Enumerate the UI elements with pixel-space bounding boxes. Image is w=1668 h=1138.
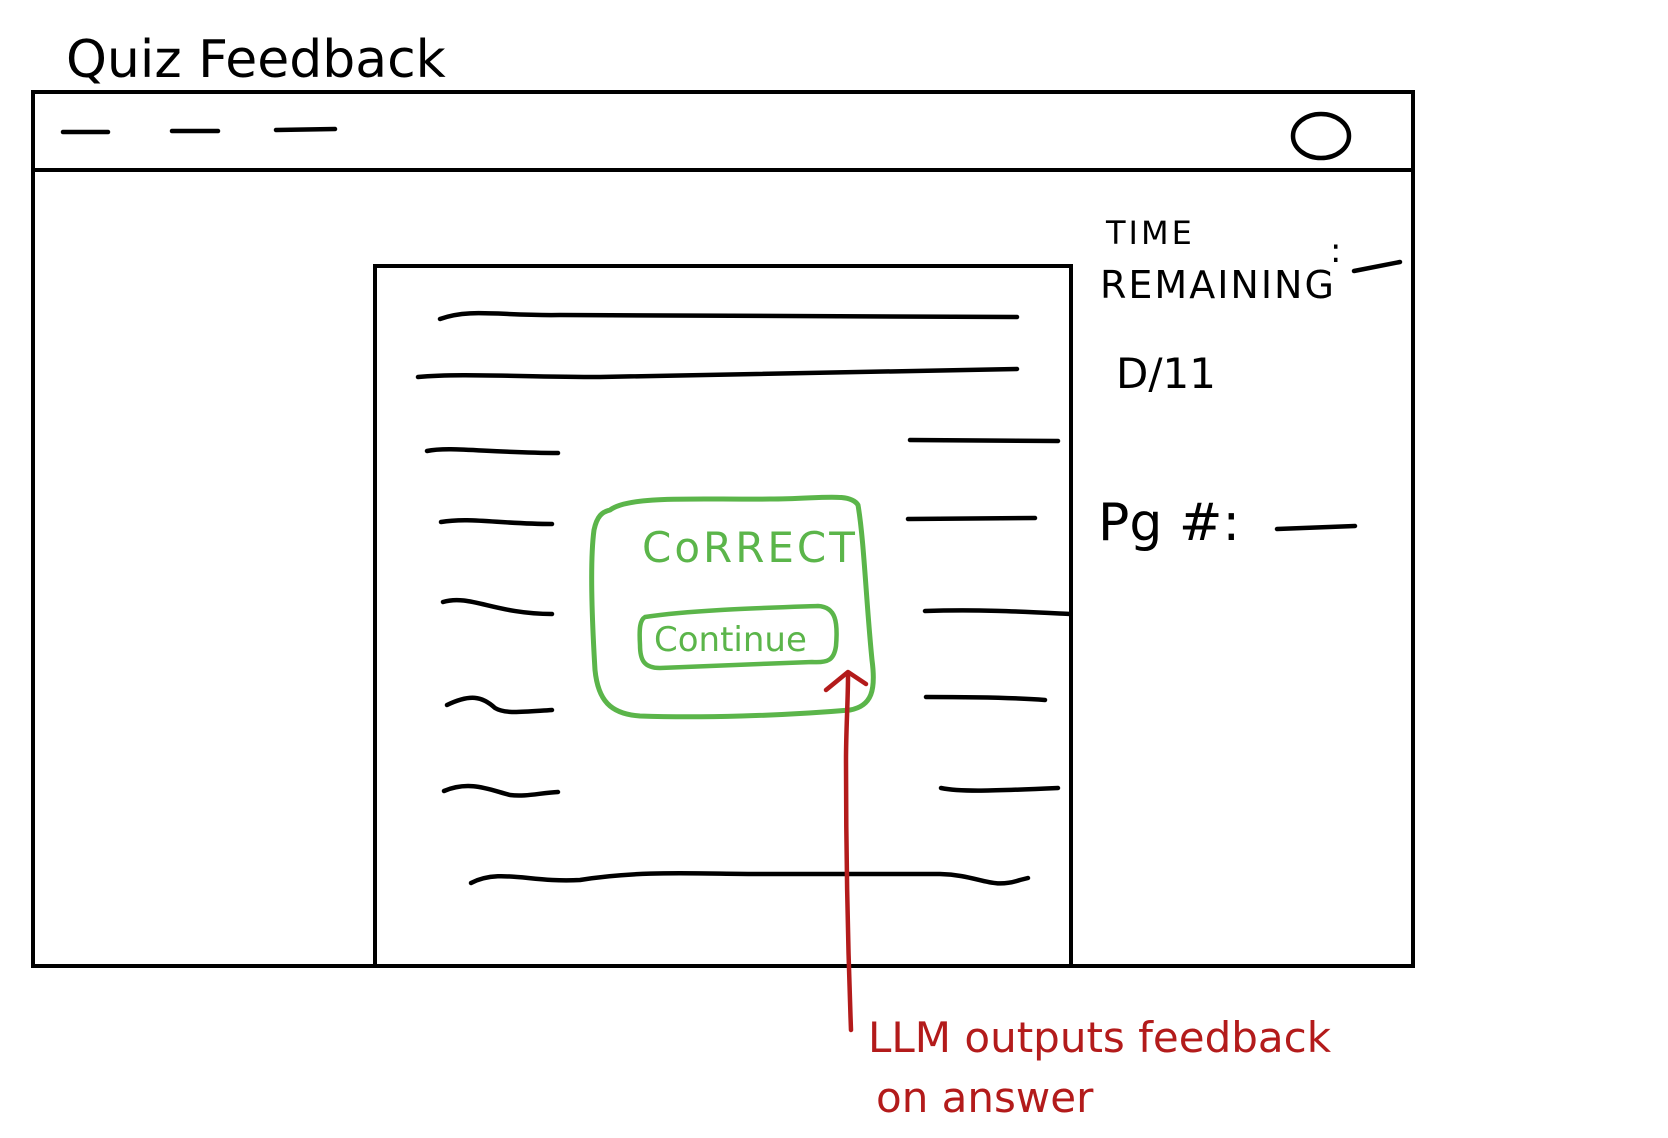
answer-option[interactable] xyxy=(440,597,555,617)
time-value-blank xyxy=(1351,259,1403,274)
nav-item-3[interactable] xyxy=(273,126,338,133)
quiz-bottom-line xyxy=(468,870,1031,886)
annotation-line1: LLM outputs feedback xyxy=(868,1013,1332,1062)
time-label-line2: REMAINING xyxy=(1100,263,1336,307)
wireframe-sketch: Quiz Feedback CoRRECT Continue TIME REMA… xyxy=(31,30,1415,1122)
answer-option[interactable] xyxy=(907,437,1061,444)
annotation-arrow-shaft xyxy=(843,673,854,1033)
answer-option[interactable] xyxy=(905,515,1038,522)
question-text xyxy=(415,310,1020,380)
time-suffix: : xyxy=(1330,231,1341,271)
quiz-sidebar: TIME REMAINING : D/11 Pg #: xyxy=(1098,214,1403,553)
answer-options-left xyxy=(424,446,561,798)
question-line xyxy=(415,366,1020,380)
annotation: LLM outputs feedback on answer xyxy=(823,669,1332,1122)
answer-option[interactable] xyxy=(938,785,1061,793)
answer-option[interactable] xyxy=(441,783,561,798)
answer-option[interactable] xyxy=(444,695,555,715)
continue-button[interactable]: Continue xyxy=(637,603,839,671)
answer-option[interactable] xyxy=(922,608,1073,617)
profile-icon[interactable] xyxy=(1290,111,1352,161)
question-line xyxy=(437,310,1020,322)
question-progress: D/11 xyxy=(1116,349,1216,398)
answer-option[interactable] xyxy=(923,694,1048,703)
page-number-label: Pg #: xyxy=(1098,493,1240,553)
annotation-line2: on answer xyxy=(876,1073,1094,1122)
answer-option[interactable] xyxy=(424,446,561,456)
answer-option[interactable] xyxy=(438,517,555,527)
page-title: Quiz Feedback xyxy=(66,30,446,90)
feedback-result-text: CoRRECT xyxy=(642,523,858,572)
time-label-line1: TIME xyxy=(1105,214,1195,252)
page-number-blank xyxy=(1274,523,1358,532)
toolbar-nav xyxy=(60,126,338,135)
continue-button-label[interactable]: Continue xyxy=(654,620,807,660)
answer-options-right xyxy=(905,437,1073,793)
